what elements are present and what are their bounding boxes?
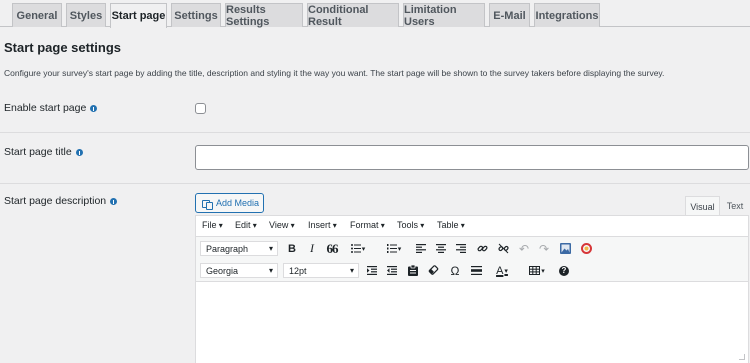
link-icon[interactable] (474, 241, 490, 256)
help-ring-icon[interactable] (578, 241, 594, 256)
tab-email[interactable]: E-Mail (489, 3, 530, 27)
format-select[interactable]: Paragraph ▾ (200, 241, 278, 256)
bold-icon[interactable]: B (284, 241, 300, 256)
resize-handle[interactable] (739, 354, 745, 360)
toolbar-row-1: Paragraph ▾ B I 66 ↶ ↷ (196, 236, 748, 259)
text-color-icon[interactable]: A (489, 263, 515, 278)
tab-text[interactable]: Text (721, 196, 749, 216)
start-page-title-label: Start page title (4, 146, 83, 158)
indent-icon[interactable] (364, 263, 380, 278)
outdent-icon[interactable] (384, 263, 400, 278)
tab-general[interactable]: General (12, 3, 62, 27)
menu-file[interactable]: File (202, 220, 223, 230)
editor-content-area[interactable] (196, 283, 748, 363)
media-icon (202, 199, 213, 210)
menu-format[interactable]: Format (350, 220, 385, 230)
settings-tabs: General Styles Start page Settings Resul… (0, 0, 750, 28)
menu-table[interactable]: Table (437, 220, 465, 230)
redo-icon[interactable]: ↷ (536, 241, 552, 256)
chevron-down-icon: ▾ (268, 244, 273, 253)
chevron-down-icon: ▾ (349, 266, 354, 275)
omega-icon[interactable]: Ω (447, 263, 463, 278)
start-page-title-text: Start page title (4, 146, 72, 158)
add-media-label: Add Media (216, 198, 260, 208)
section-title: Start page settings (4, 40, 122, 55)
help-icon[interactable]: ? (556, 263, 572, 278)
divider (0, 183, 750, 184)
horizontal-rule-icon[interactable] (468, 263, 484, 278)
menu-view[interactable]: View (269, 220, 295, 230)
divider (0, 132, 750, 133)
start-page-description-text: Start page description (4, 195, 107, 207)
unlink-icon[interactable] (495, 241, 511, 256)
font-size-select[interactable]: 12pt ▾ (283, 263, 359, 278)
blockquote-icon[interactable]: 66 (324, 241, 340, 256)
image-icon[interactable] (557, 241, 573, 256)
paste-icon[interactable] (405, 263, 421, 278)
tab-start-page[interactable]: Start page (110, 3, 167, 28)
numbered-list-icon[interactable] (381, 241, 407, 256)
enable-start-page-label: Enable start page (4, 102, 98, 114)
tab-conditional-result[interactable]: Conditional Result (307, 3, 399, 28)
editor-menubar: File Edit View Insert Format Tools Table (196, 216, 748, 235)
tab-visual[interactable]: Visual (685, 196, 720, 216)
font-family-select[interactable]: Georgia ▾ (200, 263, 278, 278)
tab-integrations[interactable]: Integrations (534, 3, 600, 27)
menu-insert[interactable]: Insert (308, 220, 337, 230)
align-left-icon[interactable] (413, 241, 429, 256)
italic-icon[interactable]: I (304, 241, 320, 256)
enable-start-page-text: Enable start page (4, 102, 87, 114)
undo-icon[interactable]: ↶ (516, 241, 532, 256)
align-right-icon[interactable] (453, 241, 469, 256)
menu-tools[interactable]: Tools (397, 220, 424, 230)
tab-results-settings[interactable]: Results Settings (225, 3, 303, 28)
rich-text-editor: File Edit View Insert Format Tools Table… (195, 215, 749, 363)
text-color-glyph: A (496, 264, 504, 277)
font-size-value: 12pt (289, 265, 307, 276)
info-icon[interactable] (90, 104, 98, 112)
info-icon[interactable] (110, 197, 118, 205)
tab-limitation-users[interactable]: Limitation Users (403, 3, 485, 28)
bullet-list-icon[interactable] (345, 241, 371, 256)
chevron-down-icon: ▾ (268, 266, 273, 275)
clear-format-icon[interactable] (425, 263, 441, 278)
help-glyph: ? (559, 265, 569, 276)
tab-settings[interactable]: Settings (171, 3, 221, 27)
table-icon[interactable] (524, 263, 550, 278)
align-center-icon[interactable] (433, 241, 449, 256)
info-icon[interactable] (75, 148, 83, 156)
enable-start-page-checkbox[interactable] (195, 103, 206, 114)
section-description: Configure your survey's start page by ad… (4, 68, 665, 78)
toolbar-row-2: Georgia ▾ 12pt ▾ Ω A ? (196, 259, 748, 282)
start-page-title-input[interactable] (195, 145, 749, 170)
tab-styles[interactable]: Styles (66, 3, 106, 27)
add-media-button[interactable]: Add Media (195, 193, 264, 213)
font-family-value: Georgia (206, 265, 239, 276)
menu-edit[interactable]: Edit (235, 220, 257, 230)
format-select-value: Paragraph (206, 243, 249, 254)
start-page-description-label: Start page description (4, 195, 118, 207)
